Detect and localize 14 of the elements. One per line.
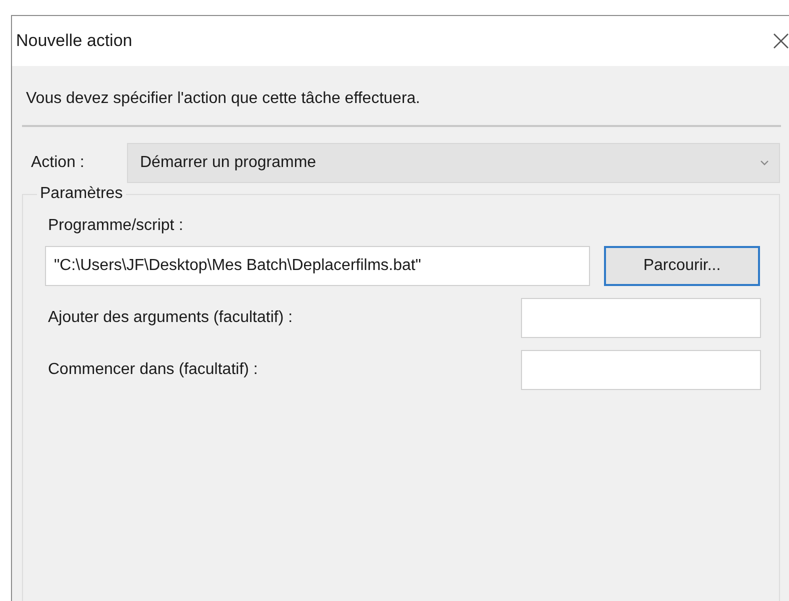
window-title: Nouvelle action	[16, 31, 132, 51]
close-icon[interactable]	[773, 33, 789, 49]
action-dropdown[interactable]: Démarrer un programme	[127, 143, 780, 183]
instruction-text: Vous devez spécifier l'action que cette tâche effectuera.	[25, 89, 422, 109]
action-label: Action :	[31, 154, 86, 172]
program-path-field[interactable]: "C:\Users\JF\Desktop\Mes Batch\Deplacerfilms.bat"	[45, 246, 590, 286]
field-label: Ajouter des arguments (facultatif) :	[48, 309, 293, 327]
field-label: Programme/script :	[48, 217, 184, 235]
chevron-icon	[760, 160, 769, 166]
group-title: Paramètres	[39, 185, 124, 203]
text-field[interactable]	[521, 298, 761, 338]
text-field[interactable]	[521, 350, 761, 390]
field-label: Commencer dans (facultatif) :	[48, 361, 258, 379]
browse-button[interactable]: Parcourir...	[604, 246, 760, 286]
